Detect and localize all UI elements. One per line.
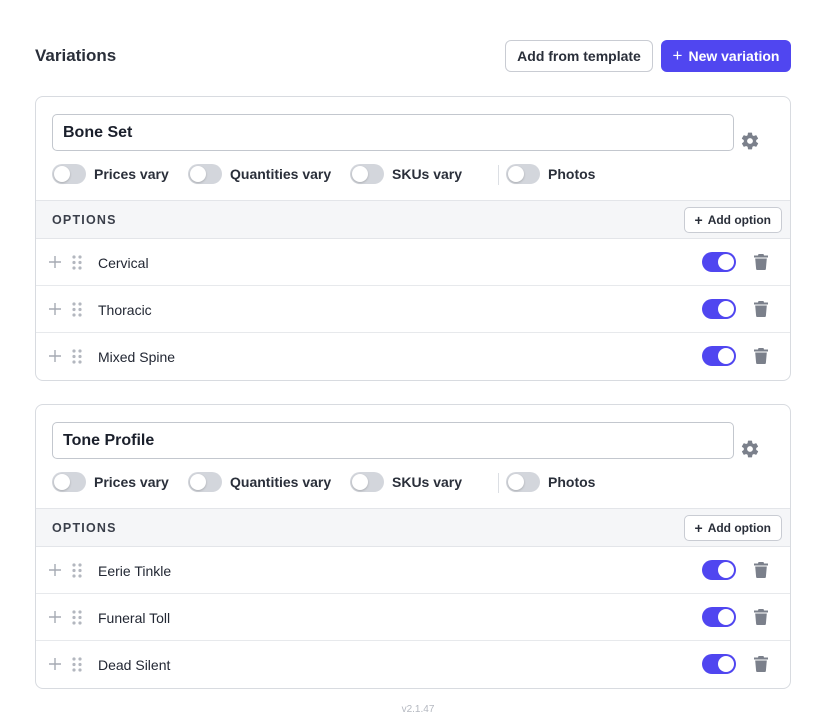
options-title: OPTIONS xyxy=(52,521,117,535)
option-enabled-toggle[interactable] xyxy=(702,560,736,580)
option-row: Funeral Toll xyxy=(36,594,790,641)
toggle-switch[interactable] xyxy=(350,164,384,184)
toggle-switch[interactable] xyxy=(506,472,540,492)
options-header: OPTIONS + Add option xyxy=(36,200,790,239)
toggle-switch[interactable] xyxy=(350,472,384,492)
drag-handle-icon[interactable] xyxy=(72,657,82,672)
drag-handle-icon[interactable] xyxy=(72,563,82,578)
option-row: Mixed Spine xyxy=(36,333,790,380)
options-header: OPTIONS + Add option xyxy=(36,508,790,547)
gear-icon[interactable] xyxy=(740,439,760,459)
prices-vary-label: Prices vary xyxy=(94,474,169,490)
drag-handle-icon[interactable] xyxy=(72,349,82,364)
add-sub-option-icon[interactable] xyxy=(48,610,62,624)
skus-vary-label: SKUs vary xyxy=(392,474,463,490)
options-list: Eerie Tinkle Funeral Toll Dead Silent xyxy=(36,547,790,688)
new-variation-label: New variation xyxy=(688,48,780,64)
drag-handle-icon[interactable] xyxy=(72,302,82,317)
quantities-vary-toggle[interactable]: Quantities vary xyxy=(188,164,331,184)
option-label: Mixed Spine xyxy=(98,349,176,365)
option-enabled-toggle[interactable] xyxy=(702,346,736,366)
variation-card-tone-profile: Prices vary Quantities vary SKUs vary Ph… xyxy=(35,404,791,689)
add-option-label: Add option xyxy=(707,521,771,535)
skus-vary-label: SKUs vary xyxy=(392,166,463,182)
option-enabled-toggle[interactable] xyxy=(702,299,736,319)
toggle-divider xyxy=(498,473,499,493)
prices-vary-toggle[interactable]: Prices vary xyxy=(52,472,169,492)
add-sub-option-icon[interactable] xyxy=(48,563,62,577)
option-enabled-toggle[interactable] xyxy=(702,252,736,272)
prices-vary-toggle[interactable]: Prices vary xyxy=(52,164,169,184)
option-enabled-toggle[interactable] xyxy=(702,654,736,674)
prices-vary-label: Prices vary xyxy=(94,166,169,182)
drag-handle-icon[interactable] xyxy=(72,255,82,270)
add-from-template-button[interactable]: Add from template xyxy=(505,40,653,72)
add-option-button[interactable]: + Add option xyxy=(683,207,782,233)
quantities-vary-toggle[interactable]: Quantities vary xyxy=(188,472,331,492)
toggle-switch[interactable] xyxy=(188,472,222,492)
trash-icon[interactable] xyxy=(754,348,768,364)
add-sub-option-icon[interactable] xyxy=(48,349,62,363)
option-label: Cervical xyxy=(98,255,149,271)
toggle-divider xyxy=(498,165,499,185)
add-sub-option-icon[interactable] xyxy=(48,302,62,316)
trash-icon[interactable] xyxy=(754,254,768,270)
options-title: OPTIONS xyxy=(52,213,117,227)
variation-name-input[interactable] xyxy=(52,422,734,459)
skus-vary-toggle[interactable]: SKUs vary xyxy=(350,164,462,184)
option-label: Funeral Toll xyxy=(98,610,171,626)
option-label: Eerie Tinkle xyxy=(98,563,172,579)
option-row: Dead Silent xyxy=(36,641,790,688)
toggle-switch[interactable] xyxy=(52,164,86,184)
page-header: Variations Add from template + New varia… xyxy=(35,40,791,72)
gear-icon[interactable] xyxy=(740,131,760,151)
add-option-label: Add option xyxy=(707,213,771,227)
page-title: Variations xyxy=(35,46,117,65)
version-label: v2.1.47 xyxy=(401,704,435,715)
quantities-vary-label: Quantities vary xyxy=(230,166,332,182)
option-label: Thoracic xyxy=(98,302,152,318)
option-row: Thoracic xyxy=(36,286,790,333)
add-sub-option-icon[interactable] xyxy=(48,657,62,671)
variation-name-input[interactable] xyxy=(52,114,734,151)
option-row: Cervical xyxy=(36,239,790,286)
option-label: Dead Silent xyxy=(98,657,171,673)
skus-vary-toggle[interactable]: SKUs vary xyxy=(350,472,462,492)
photos-toggle[interactable]: Photos xyxy=(506,472,595,492)
add-sub-option-icon[interactable] xyxy=(48,255,62,269)
photos-toggle[interactable]: Photos xyxy=(506,164,595,184)
options-list: Cervical Thoracic Mixed Spine xyxy=(36,239,790,380)
trash-icon[interactable] xyxy=(754,609,768,625)
option-row: Eerie Tinkle xyxy=(36,547,790,594)
drag-handle-icon[interactable] xyxy=(72,610,82,625)
trash-icon[interactable] xyxy=(754,301,768,317)
new-variation-button[interactable]: + New variation xyxy=(661,40,791,72)
trash-icon[interactable] xyxy=(754,562,768,578)
photos-label: Photos xyxy=(548,166,596,182)
option-enabled-toggle[interactable] xyxy=(702,607,736,627)
plus-icon: + xyxy=(694,212,703,228)
toggle-switch[interactable] xyxy=(52,472,86,492)
trash-icon[interactable] xyxy=(754,656,768,672)
quantities-vary-label: Quantities vary xyxy=(230,474,332,490)
plus-icon: + xyxy=(672,45,683,65)
toggle-switch[interactable] xyxy=(188,164,222,184)
plus-icon: + xyxy=(694,520,703,536)
photos-label: Photos xyxy=(548,474,596,490)
add-option-button[interactable]: + Add option xyxy=(683,515,782,541)
variation-card-bone-set: Prices vary Quantities vary SKUs vary Ph… xyxy=(35,96,791,381)
toggle-switch[interactable] xyxy=(506,164,540,184)
